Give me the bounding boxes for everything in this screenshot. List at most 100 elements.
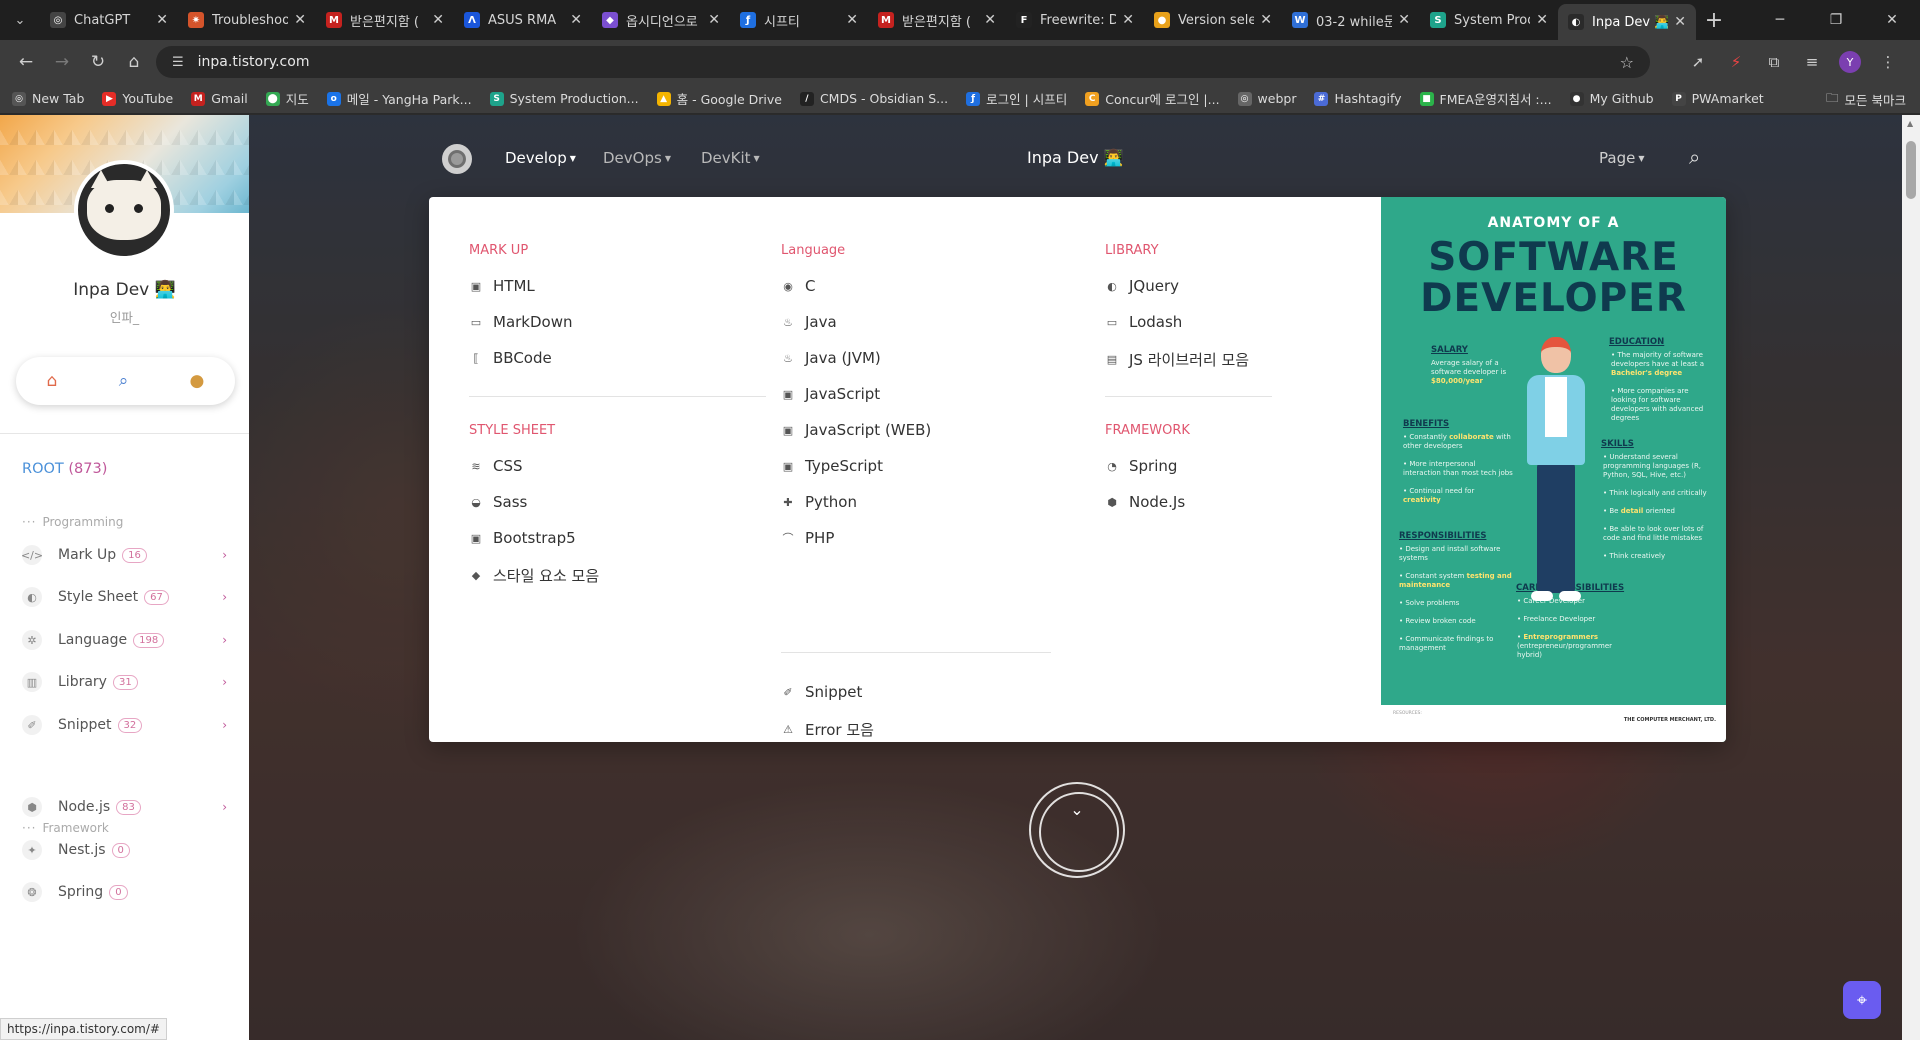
scroll-up-arrow-icon[interactable]: ▲	[1907, 119, 1913, 128]
sidebar-category-item[interactable]: ✲ Language 198 ›	[22, 625, 227, 655]
chevron-right-icon[interactable]: ›	[222, 548, 227, 562]
bookmark-item[interactable]: # Hashtagify	[1314, 91, 1402, 106]
mega-menu-link[interactable]: ▭ Lodash	[1105, 313, 1183, 331]
nav-page[interactable]: Page ▼	[1599, 149, 1644, 167]
mega-menu-link[interactable]: ◐ JQuery	[1105, 277, 1179, 295]
bookmark-item[interactable]: C Concur에 로그인 |...	[1085, 89, 1220, 108]
back-button[interactable]: ←	[8, 44, 44, 80]
tab-close-icon[interactable]: ✕	[1122, 12, 1134, 28]
home-icon[interactable]: ⌂	[47, 371, 58, 391]
bookmark-item[interactable]: / CMDS - Obsidian S...	[799, 91, 948, 106]
bookmark-item[interactable]: ◎ New Tab	[12, 91, 84, 106]
cursor-extension-icon[interactable]: ➚	[1680, 44, 1716, 80]
bookmark-item[interactable]: ƒ 로그인 | 시프티	[966, 89, 1067, 108]
chevron-right-icon[interactable]: ›	[222, 675, 227, 689]
browser-tab[interactable]: S System Prod ✕	[1420, 0, 1558, 40]
new-tab-button[interactable]: +	[1696, 8, 1732, 33]
bookmark-item[interactable]: ■ FMEA운영지침서 :...	[1419, 89, 1552, 108]
mega-menu-link[interactable]: ◉ C	[781, 277, 815, 295]
tab-close-icon[interactable]: ✕	[708, 12, 720, 28]
tab-search-button[interactable]: ⌄	[0, 0, 40, 40]
mega-menu-link[interactable]: ◔ Spring	[1105, 457, 1177, 475]
tab-close-icon[interactable]: ✕	[1260, 12, 1272, 28]
red-extension-icon[interactable]: ⚡	[1718, 44, 1754, 80]
bookmark-item[interactable]: o 메일 - YangHa Park...	[326, 89, 472, 108]
bookmark-item[interactable]: M Gmail	[191, 91, 248, 106]
sidebar-category-item[interactable]: ⬢ Node.js 83 ›	[22, 792, 227, 822]
mega-menu-link[interactable]: ♨ Java	[781, 313, 837, 331]
blog-title[interactable]: Inpa Dev 👨‍💻	[1027, 148, 1124, 167]
chevron-right-icon[interactable]: ›	[222, 800, 227, 814]
mega-menu-link[interactable]: ▣ Bootstrap5	[469, 529, 576, 547]
mega-menu-link[interactable]: ◒ Sass	[469, 493, 527, 511]
reading-list-icon[interactable]: ≡	[1794, 44, 1830, 80]
tab-close-icon[interactable]: ✕	[846, 12, 858, 28]
browser-tab[interactable]: M 받은편지함 (✕	[316, 0, 454, 40]
bookmark-item[interactable]: ◎ webpr	[1237, 91, 1296, 106]
tab-close-icon[interactable]: ✕	[294, 12, 306, 28]
category-root[interactable]: ROOT (873)	[22, 461, 107, 477]
mega-menu-link[interactable]: ▤ JS 라이브러리 모음	[1105, 349, 1249, 370]
mega-menu-link[interactable]: ✚ Python	[781, 493, 857, 511]
browser-tab[interactable]: F Freewrite: D ✕	[1006, 0, 1144, 40]
tab-close-icon[interactable]: ✕	[984, 12, 996, 28]
scrollbar-thumb[interactable]	[1906, 141, 1916, 199]
site-info-icon[interactable]: ☰	[172, 55, 184, 70]
mega-menu-link[interactable]: ▣ JavaScript (WEB)	[781, 421, 931, 439]
browser-tab[interactable]: ◎ ChatGPT ✕	[40, 0, 178, 40]
sidebar-category-item[interactable]: </> Mark Up 16 ›	[21, 540, 227, 570]
mega-menu-link[interactable]: ♨ Java (JVM)	[781, 349, 881, 367]
chevron-right-icon[interactable]: ›	[222, 590, 227, 604]
browser-tab[interactable]: W 03-2 while문 ✕	[1282, 0, 1420, 40]
browser-tab[interactable]: ƒ 시프티 ✕	[730, 0, 868, 40]
browser-tab[interactable]: ● Version selec ✕	[1144, 0, 1282, 40]
mega-menu-link[interactable]: ⚠ Error 모음	[781, 719, 874, 740]
mega-menu-link[interactable]: ▭ MarkDown	[469, 313, 573, 331]
sidebar-category-item[interactable]: ▥ Library 31 ›	[22, 667, 227, 697]
bookmark-item[interactable]: S System Production...	[489, 91, 639, 106]
nav-devops[interactable]: DevOps ▼	[603, 149, 671, 167]
tab-close-icon[interactable]: ✕	[432, 12, 444, 28]
tab-close-icon[interactable]: ✕	[1398, 12, 1410, 28]
mega-menu-link[interactable]: ⬢ Node.Js	[1105, 493, 1185, 511]
menu-kebab-icon[interactable]: ⋮	[1870, 44, 1906, 80]
browser-tab[interactable]: ✷ Troubleshoot ✕	[178, 0, 316, 40]
sidebar-category-item[interactable]: ✦ Nest.js 0	[22, 835, 227, 865]
blog-logo-icon[interactable]	[442, 144, 472, 174]
mega-menu-link[interactable]: ✐ Snippet	[781, 683, 862, 701]
all-bookmarks-folder[interactable]: 🗀 모든 북마크	[1826, 84, 1906, 114]
browser-tab[interactable]: M 받은편지함 (✕	[868, 0, 1006, 40]
map-pin-icon[interactable]: ⌖	[1843, 981, 1881, 1019]
close-icon[interactable]: ✕	[1864, 0, 1920, 40]
profile-avatar[interactable]: Y	[1839, 51, 1861, 73]
home-button[interactable]: ⌂	[116, 44, 152, 80]
tab-close-icon[interactable]: ✕	[156, 12, 168, 28]
bookmark-item[interactable]: ▲ 홈 - Google Drive	[656, 89, 782, 108]
sidebar-category-item[interactable]: ❂ Spring 0	[22, 877, 227, 907]
browser-tab[interactable]: Λ ASUS RMA ✕	[454, 0, 592, 40]
address-bar[interactable]: ☰ inpa.tistory.com ☆	[156, 46, 1650, 78]
software-developer-infographic[interactable]: ANATOMY OF A SOFTWARE DEVELOPER SALARY Av…	[1381, 197, 1726, 742]
bookmark-item[interactable]: P PWAmarket	[1671, 91, 1764, 106]
user-icon[interactable]: ●	[189, 371, 204, 391]
search-icon[interactable]: ⌕	[119, 371, 129, 391]
puzzle-extensions-icon[interactable]: ⧉	[1756, 44, 1792, 80]
mega-menu-link[interactable]: ▣ JavaScript	[781, 385, 880, 403]
bookmark-item[interactable]: ⬤ 지도	[265, 89, 309, 108]
profile-image[interactable]	[74, 160, 174, 260]
search-icon[interactable]: ⌕	[1689, 145, 1700, 169]
tab-close-icon[interactable]: ✕	[570, 12, 582, 28]
reload-button[interactable]: ↻	[80, 44, 116, 80]
mega-menu-link[interactable]: ⟦ BBCode	[469, 349, 551, 367]
mega-menu-link[interactable]: ⌒ PHP	[781, 529, 835, 547]
page-scrollbar[interactable]: ▲	[1902, 115, 1920, 1040]
mega-menu-link[interactable]: ▣ TypeScript	[781, 457, 883, 475]
chevron-right-icon[interactable]: ›	[222, 633, 227, 647]
nav-devkit[interactable]: DevKit ▼	[701, 149, 760, 167]
mega-menu-link[interactable]: ◆ 스타일 요소 모음	[469, 565, 599, 586]
chevron-right-icon[interactable]: ›	[222, 718, 227, 732]
bookmark-item[interactable]: ● My Github	[1569, 91, 1654, 106]
nav-develop[interactable]: Develop ▼	[505, 149, 576, 167]
browser-tab[interactable]: ◐ Inpa Dev 👨‍💻 ✕	[1558, 4, 1696, 40]
bookmark-item[interactable]: ▶ YouTube	[102, 91, 173, 106]
